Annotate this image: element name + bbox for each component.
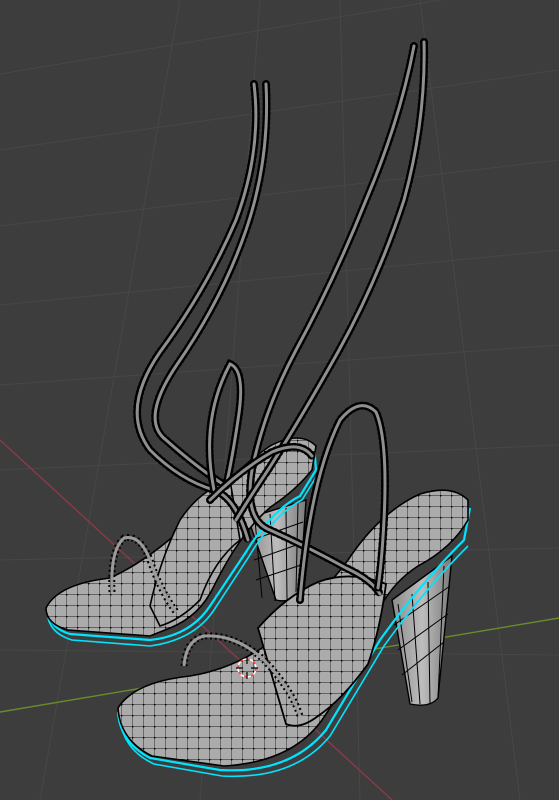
3d-viewport[interactable] [0, 0, 559, 800]
viewport-canvas[interactable] [0, 0, 559, 800]
